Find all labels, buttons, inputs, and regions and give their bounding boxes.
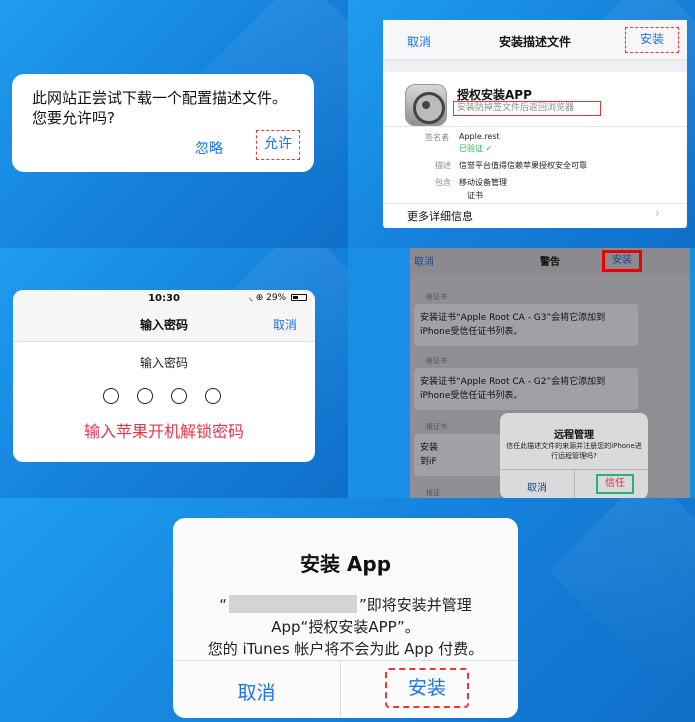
signer-key: 签名者: [425, 133, 449, 142]
passcode-digit-dot: [171, 388, 187, 404]
contains-value-cert: 证书: [467, 191, 483, 200]
panel-enter-passcode: 10:30 ◟ ⊕ 29% 输入密码 取消 输入密码 输入苹果开机解锁密码: [0, 248, 348, 498]
cert-notice-g2: 安装证书“Apple Root CA - G2”会将它添加到iPhone受信任证…: [414, 368, 638, 410]
remote-management-dialog: 远程管理 信任此描述文件的来源并注册您的iPhone进行远程管理吗? 取消 信任: [500, 413, 648, 498]
status-indicators: ◟ ⊕ 29%: [249, 293, 307, 303]
panel-install-profile: 安装描述文件 取消 安装 授权安装APP 安装防掉签文件后返回浏览器 签名者 A…: [348, 0, 695, 248]
contains-value-mdm: 移动设备管理: [459, 178, 507, 187]
section-spacer: [383, 60, 687, 72]
passcode-digit-dot: [205, 388, 221, 404]
warning-header: 警告 取消 安装: [410, 248, 690, 274]
cert-notice-g3: 安装证书“Apple Root CA - G3”会将它添加到iPhone受信任证…: [414, 304, 638, 346]
panel-allow-download: 此网站正尝试下载一个配置描述文件。 您要允许吗? 忽略 允许: [0, 0, 348, 248]
divider: [173, 660, 518, 661]
install-button[interactable]: 安装: [385, 668, 469, 708]
cancel-button[interactable]: 取消: [407, 33, 431, 50]
passcode-digit-dot: [137, 388, 153, 404]
settings-gear-icon: [405, 84, 447, 126]
download-alert: 此网站正尝试下载一个配置描述文件。 您要允许吗? 忽略 允许: [12, 74, 314, 172]
cancel-button[interactable]: 取消: [173, 678, 340, 705]
passcode-prompt: 输入密码: [139, 356, 188, 370]
verified-badge: 已验证 ✓: [459, 144, 493, 153]
open-quote: “: [219, 596, 227, 614]
dialog-title: 远程管理: [554, 430, 594, 441]
alert-line-3: 您的 iTunes 帐户将不会为此 App 付费。: [207, 640, 484, 658]
install-button[interactable]: 安装: [602, 250, 642, 272]
cancel-button[interactable]: 取消: [273, 316, 297, 333]
alert-message-line2: 您要允许吗?: [32, 109, 115, 127]
profile-subtitle: 安装防掉签文件后返回浏览器: [453, 101, 601, 116]
passcode-digit-dot: [103, 388, 119, 404]
passcode-field[interactable]: [101, 388, 231, 406]
status-text: ◟ ⊕ 29%: [249, 293, 287, 303]
section-label-root-cert: 根证书: [426, 357, 447, 365]
warning-sheet: 警告 取消 安装 根证书 安装证书“Apple Root CA - G3”会将它…: [410, 248, 690, 498]
divider: [383, 126, 687, 127]
passcode-card: 10:30 ◟ ⊕ 29% 输入密码 取消 输入密码 输入苹果开机解锁密码: [13, 290, 315, 462]
chevron-right-icon: ›: [655, 206, 660, 220]
description-value: 信誉平台值得信赖苹果授权安全可靠: [459, 161, 587, 170]
battery-icon: [291, 294, 307, 301]
passcode-hint: 输入苹果开机解锁密码: [83, 422, 244, 441]
install-profile-sheet: 安装描述文件 取消 安装 授权安装APP 安装防掉签文件后返回浏览器 签名者 A…: [383, 20, 687, 228]
section-label-root-cert: 根证: [426, 489, 440, 497]
dialog-message: 信任此描述文件的来源并注册您的iPhone进行远程管理吗?: [506, 442, 642, 460]
dialog-cancel-button[interactable]: 取消: [500, 479, 574, 494]
passcode-header: 10:30 ◟ ⊕ 29% 输入密码 取消: [13, 290, 315, 342]
divider: [383, 203, 687, 204]
passcode-title: 输入密码: [139, 318, 188, 332]
redacted-domain: [229, 595, 357, 613]
panel-warning-trust: 警告 取消 安装 根证书 安装证书“Apple Root CA - G3”会将它…: [348, 248, 695, 498]
more-details-link[interactable]: 更多详细信息: [407, 208, 473, 224]
signer-value: Apple.rest: [459, 132, 500, 141]
allow-button[interactable]: 允许: [256, 130, 300, 160]
divider: [340, 660, 341, 718]
alert-message-line1: 此网站正尝试下载一个配置描述文件。: [32, 89, 288, 107]
warning-title: 警告: [540, 257, 560, 268]
divider: [574, 469, 575, 498]
alert-message: 此网站正尝试下载一个配置描述文件。 您要允许吗?: [32, 88, 287, 128]
section-label-root-cert: 根证书: [426, 293, 447, 301]
ignore-button[interactable]: 忽略: [195, 138, 223, 158]
alert-title: 安装 App: [299, 552, 392, 576]
trust-button[interactable]: 信任: [596, 474, 634, 494]
sheet-header: 安装描述文件 取消 安装: [383, 20, 687, 60]
section-label-root-cert: 根证书: [426, 423, 447, 431]
install-button[interactable]: 安装: [625, 27, 679, 53]
contains-key: 包含: [435, 178, 451, 187]
alert-line-1: “ ”即将安装并管理: [173, 594, 518, 615]
alert-line-2: App“授权安装APP”。: [271, 618, 420, 636]
install-app-alert: 安装 App “ ”即将安装并管理 App“授权安装APP”。 您的 iTunes…: [173, 518, 518, 718]
description-key: 描述: [435, 161, 451, 170]
alert-line-1-text: ”即将安装并管理: [359, 596, 472, 614]
cancel-button[interactable]: 取消: [414, 253, 434, 268]
panel-install-app: 安装 App “ ”即将安装并管理 App“授权安装APP”。 您的 iTunes…: [0, 498, 695, 722]
